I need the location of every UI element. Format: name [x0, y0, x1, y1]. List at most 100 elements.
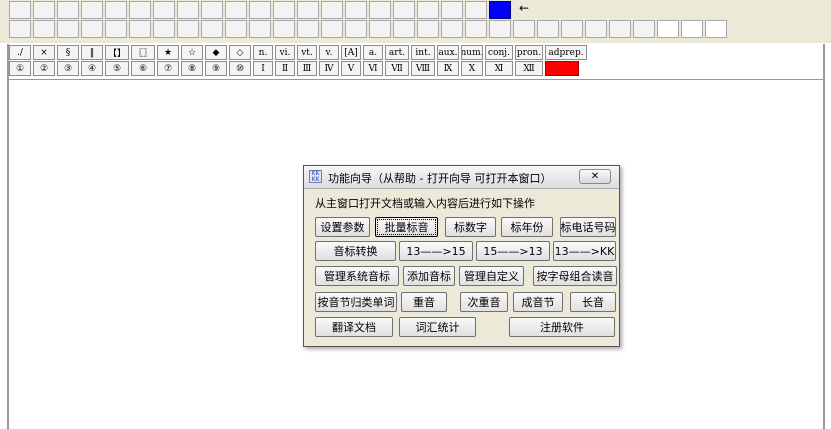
symbol-button[interactable]: ⑧ — [181, 61, 203, 76]
symbol-button[interactable]: ⑨ — [205, 61, 227, 76]
symbol-button[interactable]: a. — [363, 45, 383, 60]
symbol-grid-cell[interactable] — [561, 20, 583, 38]
symbol-button[interactable]: num. — [461, 45, 483, 60]
symbol-button[interactable]: Ⅴ — [341, 61, 361, 76]
symbol-grid-cell[interactable] — [609, 20, 631, 38]
symbol-button[interactable]: Ⅰ — [253, 61, 273, 76]
red-marker-button[interactable] — [545, 61, 579, 76]
symbol-grid-cell[interactable] — [249, 1, 271, 19]
symbol-grid-cell[interactable] — [465, 1, 487, 19]
mark-phone-button[interactable]: 标电话号码 — [560, 217, 616, 237]
symbol-button[interactable]: Ⅹ — [461, 61, 483, 76]
symbol-button[interactable]: [A] — [341, 45, 361, 60]
symbol-button[interactable]: Ⅲ — [297, 61, 317, 76]
symbol-grid-cell[interactable] — [321, 1, 343, 19]
syllable-classify-button[interactable]: 按音节归类单词 — [315, 292, 397, 312]
secondary-stress-button[interactable]: 次重音 — [460, 292, 508, 312]
symbol-button[interactable]: Ⅸ — [437, 61, 459, 76]
register-button[interactable]: 注册软件 — [509, 317, 615, 337]
symbol-button[interactable]: ④ — [81, 61, 103, 76]
symbol-grid-cell[interactable] — [345, 20, 367, 38]
manage-system-phonetic-button[interactable]: 管理系统音标 — [315, 266, 399, 286]
dialog-titlebar[interactable]: KK KK 功能向导（从帮助 - 打开向导 可打开本窗口） ✕ — [304, 166, 619, 189]
symbol-grid-cell[interactable] — [657, 20, 679, 38]
symbol-grid-cell[interactable] — [489, 20, 511, 38]
symbol-button[interactable]: Ⅻ — [515, 61, 543, 76]
symbol-button[interactable]: ⑦ — [157, 61, 179, 76]
symbol-grid-cell[interactable] — [585, 20, 607, 38]
symbol-grid-cell[interactable] — [705, 20, 727, 38]
symbol-button[interactable]: Ⅷ — [411, 61, 435, 76]
symbol-button[interactable]: ./ — [9, 45, 31, 60]
symbol-grid-cell[interactable] — [105, 20, 127, 38]
symbol-button[interactable]: ◇ — [229, 45, 251, 60]
symbol-button[interactable]: v. — [319, 45, 339, 60]
manage-custom-button[interactable]: 管理自定义 — [459, 266, 524, 286]
add-phonetic-button[interactable]: 添加音标 — [403, 266, 455, 286]
symbol-grid-cell[interactable] — [369, 1, 391, 19]
symbol-button[interactable]: ◆ — [205, 45, 227, 60]
symbol-button[interactable]: pron. — [515, 45, 543, 60]
symbol-button[interactable]: vi. — [275, 45, 295, 60]
symbol-grid-cell[interactable] — [393, 20, 415, 38]
symbol-button[interactable]: Ⅶ — [385, 61, 409, 76]
symbol-grid-cell[interactable] — [9, 20, 31, 38]
symbol-grid-cell[interactable] — [321, 20, 343, 38]
translate-document-button[interactable]: 翻译文档 — [315, 317, 393, 337]
symbol-grid-cell[interactable] — [129, 1, 151, 19]
symbol-grid-cell[interactable] — [177, 20, 199, 38]
mark-numbers-button[interactable]: 标数字 — [445, 217, 496, 237]
symbol-button[interactable]: ② — [33, 61, 55, 76]
symbol-button[interactable]: art. — [385, 45, 409, 60]
symbol-grid-cell[interactable] — [9, 1, 31, 19]
symbol-grid-cell[interactable] — [417, 20, 439, 38]
symbol-grid-cell[interactable] — [177, 1, 199, 19]
symbol-button[interactable]: Ⅵ — [363, 61, 383, 76]
vocabulary-stats-button[interactable]: 词汇统计 — [399, 317, 476, 337]
symbol-grid-cell[interactable] — [273, 20, 295, 38]
symbol-button[interactable]: n. — [253, 45, 273, 60]
phonetic-convert-button[interactable]: 音标转换 — [315, 241, 396, 261]
symbol-button[interactable]: × — [33, 45, 55, 60]
letter-combination-button[interactable]: 按字母组合读音 — [533, 266, 617, 286]
syllabic-button[interactable]: 成音节 — [513, 292, 563, 312]
symbol-grid-cell[interactable] — [249, 20, 271, 38]
symbol-grid-cell[interactable] — [105, 1, 127, 19]
batch-phonetic-button[interactable]: 批量标音 — [375, 217, 438, 237]
symbol-grid-cell[interactable] — [441, 20, 463, 38]
symbol-grid-cell[interactable] — [81, 1, 103, 19]
symbol-button[interactable]: conj. — [485, 45, 513, 60]
symbol-grid-cell[interactable] — [417, 1, 439, 19]
symbol-button[interactable]: ③ — [57, 61, 79, 76]
symbol-grid-cell[interactable] — [369, 20, 391, 38]
active-color-cell[interactable] — [489, 1, 511, 19]
symbol-button[interactable]: ⑥ — [131, 61, 155, 76]
mark-years-button[interactable]: 标年份 — [501, 217, 553, 237]
symbol-grid-cell[interactable] — [297, 1, 319, 19]
close-button[interactable]: ✕ — [579, 169, 611, 184]
symbol-grid-cell[interactable] — [297, 20, 319, 38]
symbol-button[interactable]: Ⅱ — [275, 61, 295, 76]
symbol-button[interactable]: 〖〗 — [131, 45, 155, 60]
symbol-grid-cell[interactable] — [633, 20, 655, 38]
symbol-grid-cell[interactable] — [33, 1, 55, 19]
convert-13-to-15-button[interactable]: 13——>15 — [399, 241, 473, 261]
stress-button[interactable]: 重音 — [401, 292, 447, 312]
symbol-grid-cell[interactable] — [537, 20, 559, 38]
convert-15-to-13-button[interactable]: 15——>13 — [476, 241, 550, 261]
symbol-grid-cell[interactable] — [33, 20, 55, 38]
symbol-button[interactable]: aux. — [437, 45, 459, 60]
symbol-grid-cell[interactable] — [225, 20, 247, 38]
symbol-grid-cell[interactable] — [273, 1, 295, 19]
symbol-grid-cell[interactable] — [441, 1, 463, 19]
symbol-grid-cell[interactable] — [465, 20, 487, 38]
symbol-button[interactable]: ⑩ — [229, 61, 251, 76]
symbol-grid-cell[interactable] — [345, 1, 367, 19]
symbol-button[interactable]: ★ — [157, 45, 179, 60]
convert-13-to-kk-button[interactable]: 13——>KK — [553, 241, 616, 261]
symbol-button[interactable]: ① — [9, 61, 31, 76]
symbol-grid-cell[interactable] — [153, 20, 175, 38]
symbol-button[interactable]: vt. — [297, 45, 317, 60]
symbol-button[interactable]: int. — [411, 45, 435, 60]
symbol-grid-cell[interactable] — [201, 20, 223, 38]
